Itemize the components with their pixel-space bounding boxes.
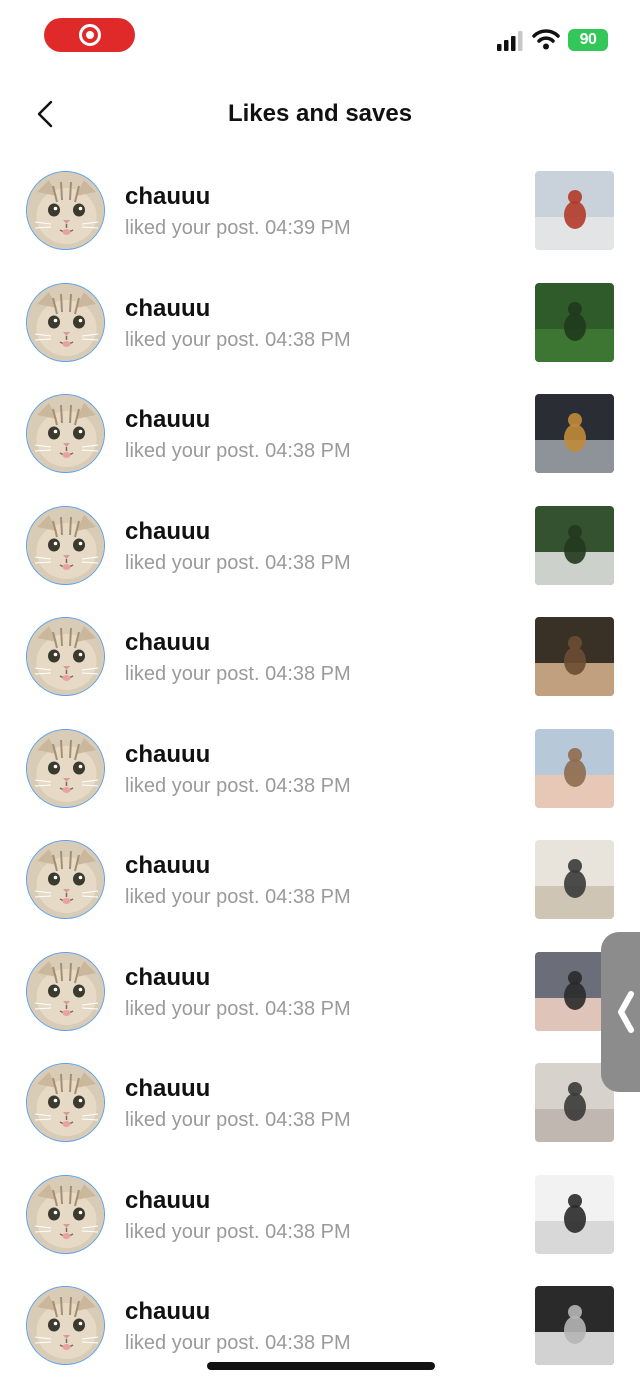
username[interactable]: chauuu [125,629,210,657]
notification-text: liked your post. 04:38 PM [125,440,351,462]
cellular-signal-icon [497,31,523,51]
page-title: Likes and saves [227,100,413,127]
avatar[interactable] [26,840,105,919]
cat-avatar-image [27,952,104,1030]
notification-row[interactable]: chauuu liked your post. 04:38 PM [0,1159,640,1271]
cat-avatar-image [27,729,104,807]
notification-row[interactable]: chauuu liked your post. 04:38 PM [0,601,640,713]
post-thumbnail[interactable] [535,1286,614,1365]
cat-avatar-image [27,841,104,918]
notification-text: liked your post. 04:38 PM [125,997,351,1020]
notification-text: liked your post. 04:38 PM [125,774,351,797]
notification-row[interactable]: chauuu liked your post. 04:38 PM [0,936,640,1048]
screen-recording-indicator[interactable] [44,18,135,52]
avatar[interactable] [26,1063,105,1142]
cat-avatar-image [27,172,104,249]
avatar[interactable] [26,951,105,1031]
username[interactable]: chauuu [125,183,210,211]
post-thumbnail[interactable] [535,171,614,250]
username[interactable]: chauuu [125,1298,210,1326]
notification-row[interactable]: chauuu liked your post. 04:38 PM [0,378,640,490]
username[interactable]: chauuu [125,518,210,546]
notification-row[interactable]: chauuu liked your post. 04:38 PM [0,490,640,602]
notification-text: liked your post. 04:38 PM [125,886,351,908]
cat-avatar-image [27,1064,104,1141]
username[interactable]: chauuu [125,1075,210,1103]
notification-text: liked your post. 04:38 PM [125,328,351,351]
post-thumbnail[interactable] [535,1174,614,1254]
side-panel-handle[interactable] [601,932,640,1092]
username[interactable]: chauuu [125,406,210,434]
post-thumbnail[interactable] [535,617,614,696]
chevron-left-icon [618,991,634,1033]
notification-row[interactable]: chauuu liked your post. 04:38 PM [0,713,640,825]
username[interactable]: chauuu [125,852,210,880]
notification-row[interactable]: chauuu liked your post. 04:38 PM [0,1047,640,1159]
cat-avatar-image [27,1175,104,1253]
avatar[interactable] [26,1286,105,1365]
avatar[interactable] [26,171,105,250]
cat-avatar-image [27,395,104,472]
record-icon [78,24,101,46]
username[interactable]: chauuu [125,295,210,323]
post-thumbnail[interactable] [535,505,614,585]
post-thumbnail[interactable] [535,840,614,919]
notification-text: liked your post. 04:38 PM [125,1220,351,1243]
cat-avatar-image [27,283,104,361]
username[interactable]: chauuu [125,1187,210,1215]
post-thumbnail[interactable] [535,394,614,473]
notification-row[interactable]: chauuu liked your post. 04:38 PM [0,267,640,379]
cat-avatar-image [27,1287,104,1364]
notification-row[interactable]: chauuu liked your post. 04:38 PM [0,824,640,936]
battery-icon: 90 [568,29,608,51]
header: Likes and saves [0,80,640,150]
notification-text: liked your post. 04:38 PM [125,551,351,574]
battery-level: 90 [579,31,597,48]
notification-text: liked your post. 04:38 PM [125,663,351,685]
avatar[interactable] [26,1174,105,1254]
post-thumbnail[interactable] [535,728,614,808]
avatar[interactable] [26,617,105,696]
avatar[interactable] [26,728,105,808]
avatar[interactable] [26,505,105,585]
cat-avatar-image [27,618,104,695]
avatar[interactable] [26,394,105,473]
cat-avatar-image [27,506,104,584]
username[interactable]: chauuu [125,964,210,992]
username[interactable]: chauuu [125,741,210,769]
status-bar: 90 [0,0,640,70]
notification-text: liked your post. 04:38 PM [125,1332,351,1354]
notification-text: liked your post. 04:38 PM [125,1109,351,1131]
post-thumbnail[interactable] [535,282,614,362]
notification-row[interactable]: chauuu liked your post. 04:39 PM [0,155,640,267]
home-indicator [207,1362,435,1370]
wifi-icon [532,29,560,50]
notification-list[interactable]: chauuu liked your post. 04:39 PM chauuu lik… [0,155,640,1382]
notification-text: liked your post. 04:39 PM [125,217,351,239]
avatar[interactable] [26,282,105,362]
